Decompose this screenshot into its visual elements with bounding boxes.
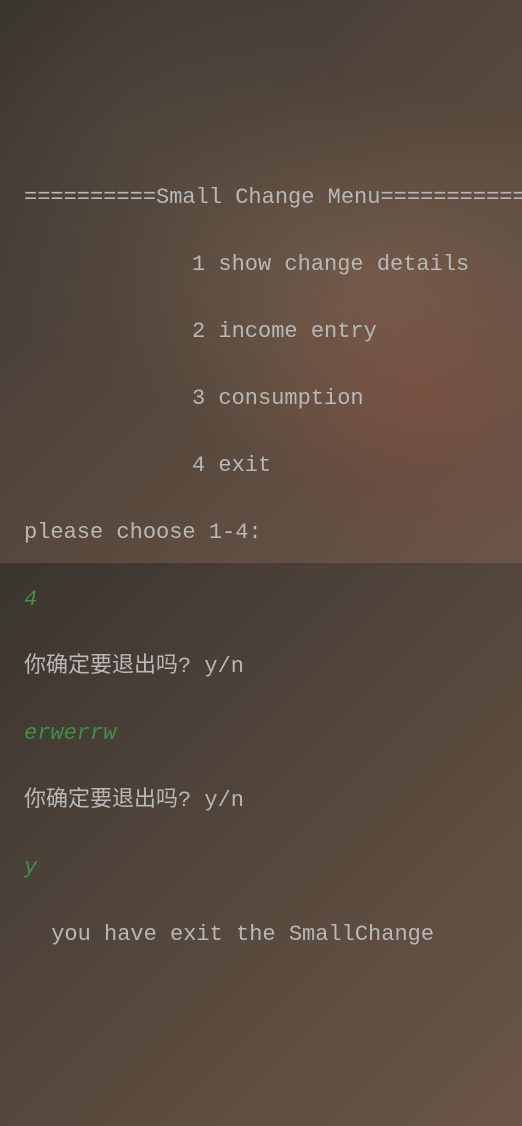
menu-title: ==========Small Change Menu=========== [24, 181, 522, 215]
user-input-2: erwerrw [24, 717, 522, 751]
menu-item-4: 4 exit [24, 449, 522, 483]
terminal-output: ==========Small Change Menu=========== 1… [24, 148, 522, 985]
menu-item-3: 3 consumption [24, 382, 522, 416]
user-input-3: y [24, 851, 522, 885]
user-input-1: 4 [24, 583, 522, 617]
menu-item-1: 1 show change details [24, 248, 522, 282]
exit-message: you have exit the SmallChange [24, 918, 522, 952]
confirm-prompt-2: 你确定要退出吗? y/n [24, 784, 522, 818]
choose-prompt: please choose 1-4: [24, 516, 522, 550]
confirm-prompt-1: 你确定要退出吗? y/n [24, 650, 522, 684]
menu-item-2: 2 income entry [24, 315, 522, 349]
